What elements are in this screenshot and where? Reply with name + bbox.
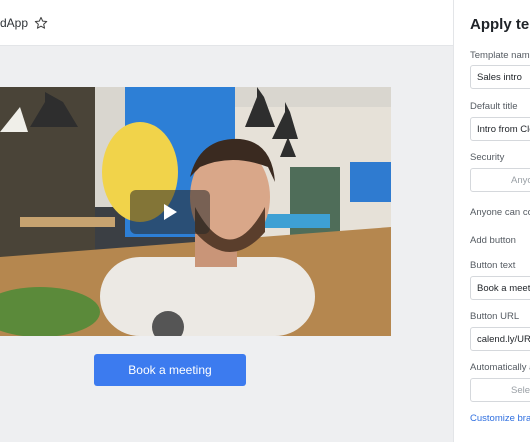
customize-branding-link[interactable]: Customize bra — [470, 413, 530, 424]
top-bar: dApp — [0, 0, 453, 46]
default-title-label: Default title — [470, 101, 518, 112]
play-button[interactable] — [130, 190, 210, 234]
security-select[interactable]: Anyo — [470, 168, 530, 192]
default-title-input[interactable]: Intro from Cle — [470, 117, 530, 141]
add-button-label: Add button — [470, 235, 516, 246]
button-text-label: Button text — [470, 260, 516, 271]
video-player[interactable] — [0, 87, 391, 336]
app-name: dApp — [0, 15, 29, 30]
button-url-label: Button URL — [470, 311, 520, 322]
security-label: Security — [470, 152, 505, 163]
play-icon — [164, 204, 177, 220]
panel-title: Apply tem — [470, 16, 530, 33]
apply-template-panel: Apply tem Template nam Sales intro Defau… — [453, 0, 530, 442]
anyone-can-label: Anyone can co — [470, 207, 530, 218]
template-name-label: Template nam — [470, 50, 530, 61]
star-icon[interactable] — [34, 16, 48, 30]
button-text-input[interactable]: Book a meeti — [470, 276, 530, 300]
book-meeting-button[interactable]: Book a meeting — [94, 354, 246, 386]
template-name-input[interactable]: Sales intro — [470, 65, 530, 89]
button-url-input[interactable]: calend.ly/URL — [470, 327, 530, 351]
automatically-select[interactable]: Selec — [470, 378, 530, 402]
automatically-label: Automatically a — [470, 362, 530, 373]
